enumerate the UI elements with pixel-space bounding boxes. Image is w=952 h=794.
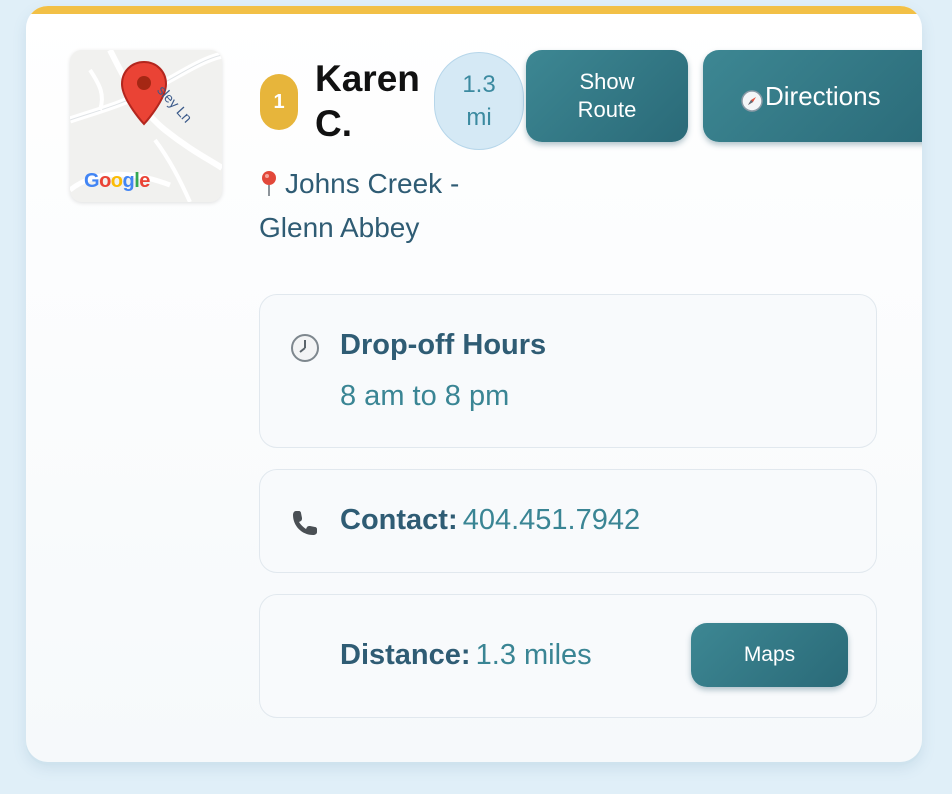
map-thumbnail[interactable]: sley Ln Google [70, 50, 222, 202]
directions-button[interactable]: Directions [703, 50, 922, 142]
provider-name: Karen C. [315, 58, 420, 144]
hours-value: 8 am to 8 pm [340, 380, 510, 412]
contact-line: Contact: 404.451.7942 [340, 504, 640, 537]
phone-icon [293, 511, 317, 535]
show-route-button[interactable]: Show Route [526, 50, 688, 142]
location: Johns Creek - Glenn Abbey [259, 162, 519, 250]
location-pin-icon [262, 171, 276, 196]
hours-label: Drop-off Hours [340, 329, 547, 361]
distance-line: Distance: 1.3 miles [340, 639, 592, 672]
contact-label: Contact: [340, 504, 458, 536]
hours-card: Drop-off Hours 8 am to 8 pm [259, 294, 877, 448]
distance-badge-unit: mi [466, 104, 492, 131]
compass-icon [741, 90, 763, 112]
distance-badge: 1.3 mi [434, 52, 524, 150]
clock-icon [291, 334, 319, 362]
contact-phone[interactable]: 404.451.7942 [463, 504, 640, 536]
listing-card: sley Ln Google 1 Karen C. 1.3 mi Show Ro… [26, 6, 922, 762]
directions-label: Directions [765, 80, 881, 111]
rank-badge: 1 [260, 74, 298, 130]
card-accent-bar [26, 6, 922, 14]
distance-value: 1.3 miles [475, 639, 592, 671]
maps-button[interactable]: Maps [691, 623, 848, 687]
show-route-label-line2: Route [577, 97, 637, 122]
distance-label: Distance: [340, 639, 471, 671]
show-route-label-line1: Show [579, 69, 635, 94]
contact-card: Contact: 404.451.7942 [259, 469, 877, 573]
location-text: Johns Creek - Glenn Abbey [259, 168, 460, 243]
google-logo: Google [84, 170, 150, 192]
distance-badge-value: 1.3 [462, 71, 496, 98]
